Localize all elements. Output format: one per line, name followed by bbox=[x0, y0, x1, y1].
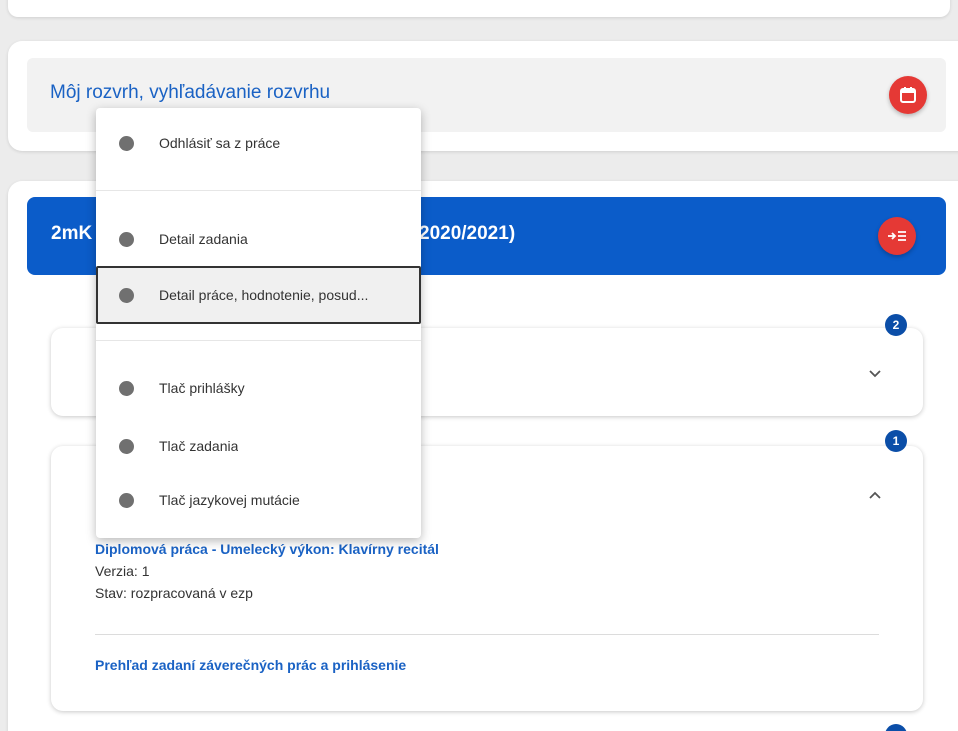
thesis-version: Verzia: 1 bbox=[95, 563, 150, 579]
menu-item-label: Tlač jazykovej mutácie bbox=[159, 492, 300, 508]
menu-item-withdraw[interactable]: Odhlásiť sa z práce bbox=[96, 116, 421, 170]
bullet-icon bbox=[119, 438, 134, 454]
menu-item-label: Detail práce, hodnotenie, posud... bbox=[159, 287, 369, 303]
chevron-up-icon[interactable] bbox=[867, 487, 883, 503]
divider bbox=[95, 634, 879, 635]
menu-item-print-application[interactable]: Tlač prihlášky bbox=[96, 361, 421, 415]
count-badge: 2 bbox=[885, 314, 907, 336]
study-action-button[interactable] bbox=[878, 217, 916, 255]
menu-divider bbox=[96, 340, 421, 341]
count-badge bbox=[885, 724, 907, 731]
chevron-down-icon[interactable] bbox=[867, 366, 883, 382]
overview-link[interactable]: Prehľad zadaní záverečných prác a prihlá… bbox=[95, 657, 406, 673]
menu-item-label: Detail zadania bbox=[159, 231, 248, 247]
thesis-title-link[interactable]: Diplomová práca - Umelecký výkon: Klavír… bbox=[95, 541, 439, 557]
login-list-icon bbox=[888, 231, 906, 241]
top-card bbox=[8, 0, 950, 17]
context-menu: Odhlásiť sa z práce Detail zadania Detai… bbox=[96, 108, 421, 538]
calendar-button[interactable] bbox=[889, 76, 927, 114]
study-title-suffix: 2020/2021) bbox=[419, 223, 516, 244]
schedule-link[interactable]: Môj rozvrh, vyhľadávanie rozvrhu bbox=[50, 82, 330, 104]
bullet-icon bbox=[119, 231, 134, 247]
bullet-icon bbox=[119, 135, 134, 151]
count-badge: 1 bbox=[885, 430, 907, 452]
thesis-status: Stav: rozpracovaná v ezp bbox=[95, 585, 253, 601]
bullet-icon bbox=[119, 492, 134, 508]
calendar-icon bbox=[900, 87, 916, 103]
menu-item-label: Tlač prihlášky bbox=[159, 380, 245, 396]
menu-item-print-language-version[interactable]: Tlač jazykovej mutácie bbox=[96, 473, 421, 527]
menu-item-label: Tlač zadania bbox=[159, 438, 239, 454]
menu-item-label: Odhlásiť sa z práce bbox=[159, 135, 281, 151]
menu-item-thesis-detail[interactable]: Detail práce, hodnotenie, posud... bbox=[96, 266, 421, 324]
bullet-icon bbox=[119, 287, 134, 303]
bullet-icon bbox=[119, 380, 134, 396]
menu-item-assignment-detail[interactable]: Detail zadania bbox=[96, 212, 421, 266]
menu-item-print-assignment[interactable]: Tlač zadania bbox=[96, 419, 421, 473]
study-title-prefix: 2mK bbox=[51, 223, 93, 244]
menu-divider bbox=[96, 190, 421, 191]
